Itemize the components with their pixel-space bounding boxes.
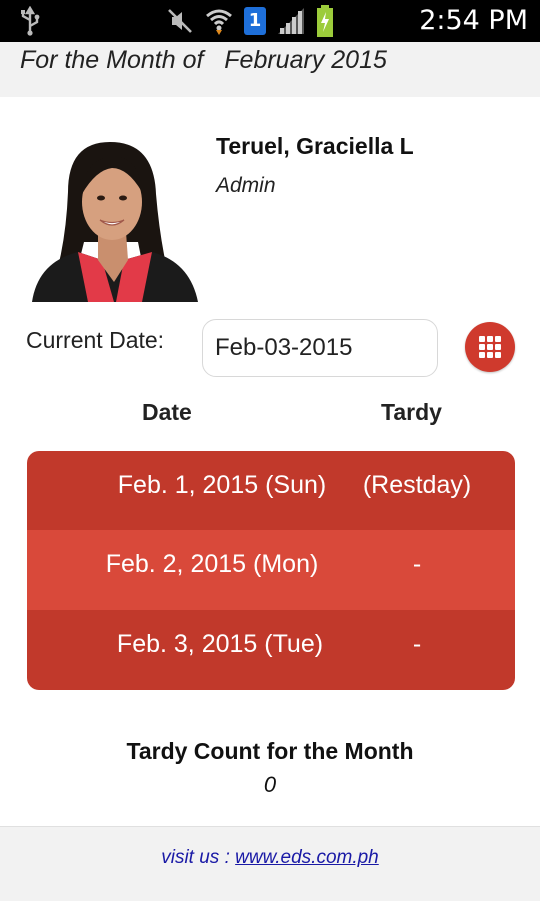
mute-icon — [168, 9, 192, 33]
month-label: For the Month of — [20, 46, 204, 74]
tardy-count-value: 0 — [263, 772, 277, 797]
current-date-label: Current Date: — [26, 327, 165, 353]
table-row[interactable]: Feb. 3, 2015 (Tue) - — [27, 610, 515, 690]
employee-name: Teruel, Graciella L — [216, 133, 414, 159]
profile-photo — [28, 132, 200, 302]
row-date: Feb. 3, 2015 (Tue) — [116, 630, 324, 658]
tardy-table: Feb. 1, 2015 (Sun) (Restday) Feb. 2, 201… — [27, 451, 515, 690]
usb-icon — [21, 6, 40, 36]
row-tardy: - — [412, 550, 422, 578]
status-bar: 1 2:54 PM — [0, 0, 540, 42]
visit-label: visit us : — [161, 847, 230, 868]
wifi-icon — [206, 9, 232, 35]
column-header-tardy: Tardy — [381, 399, 442, 425]
row-tardy: - — [412, 630, 422, 658]
battery-charging-icon — [317, 5, 333, 37]
footer: visit us : www.eds.com.ph — [0, 826, 540, 901]
month-title: For the Month of February 2015 — [20, 46, 387, 75]
grid-icon — [479, 336, 501, 358]
table-row[interactable]: Feb. 1, 2015 (Sun) (Restday) — [27, 451, 515, 530]
row-date: Feb. 1, 2015 (Sun) — [117, 471, 327, 499]
row-date: Feb. 2, 2015 (Mon) — [105, 550, 319, 578]
employee-role: Admin — [216, 174, 276, 197]
month-header: For the Month of February 2015 — [0, 42, 540, 97]
clock: 2:54 PM — [419, 5, 528, 36]
table-row[interactable]: Feb. 2, 2015 (Mon) - — [27, 530, 515, 610]
signal-icon — [278, 8, 304, 34]
website-link[interactable]: www.eds.com.ph — [235, 847, 379, 868]
current-date-input[interactable] — [202, 319, 438, 377]
row-tardy: (Restday) — [362, 471, 472, 499]
footer-visit: visit us : www.eds.com.ph — [0, 847, 540, 869]
month-value: February 2015 — [224, 46, 387, 74]
tardy-count-label: Tardy Count for the Month — [126, 738, 414, 764]
calendar-button[interactable] — [465, 322, 515, 372]
sim-icon: 1 — [244, 7, 266, 35]
column-header-date: Date — [142, 399, 192, 425]
